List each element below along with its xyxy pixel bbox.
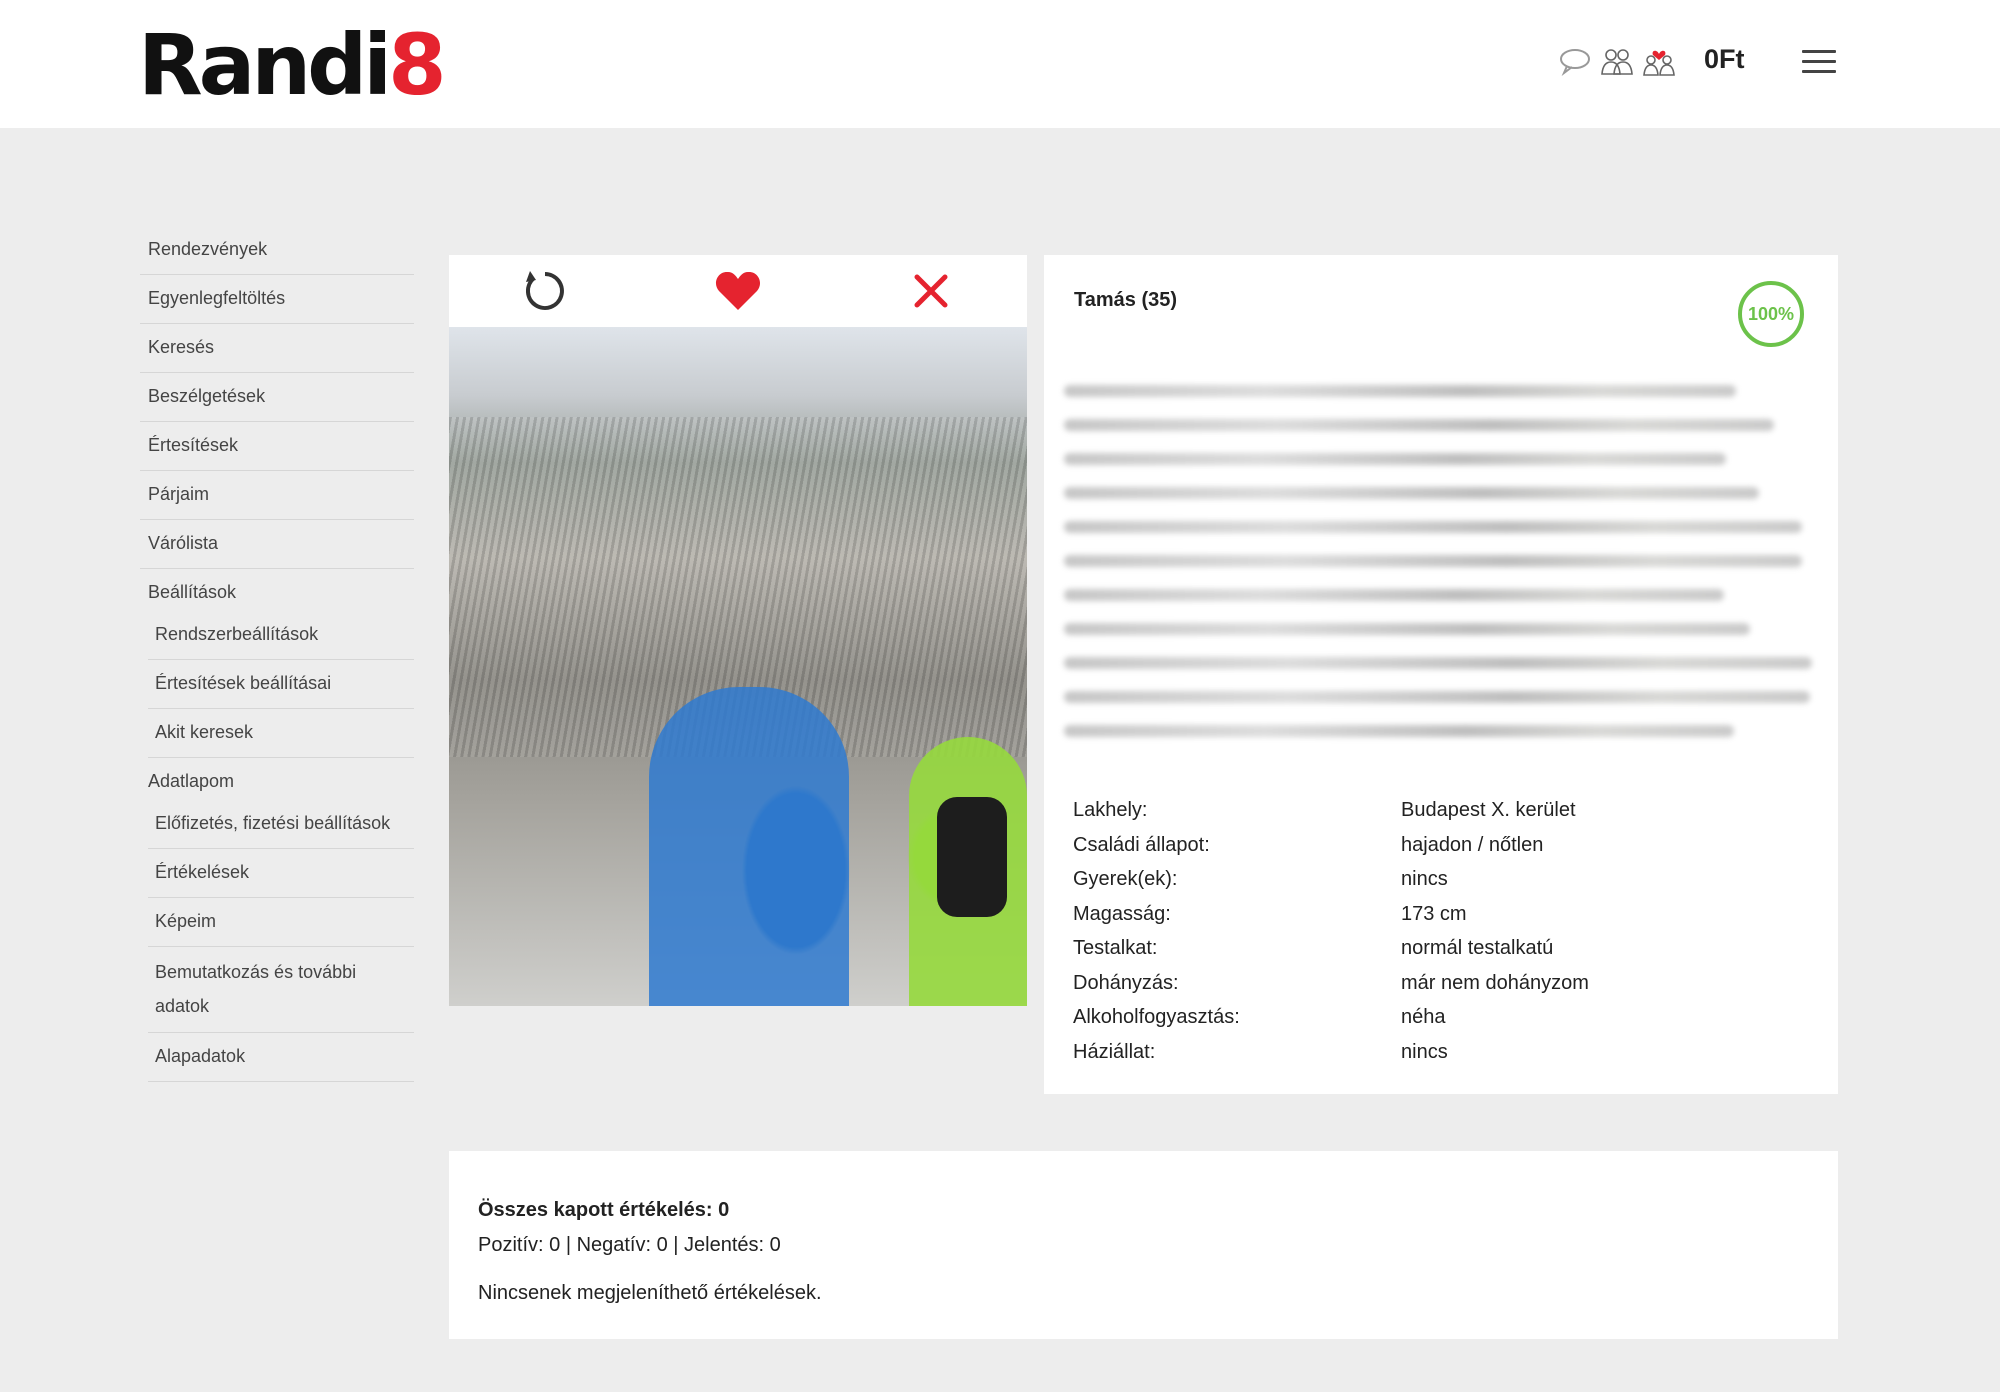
sidebar-item-egyenlegfeltoltes[interactable]: Egyenlegfeltöltés: [140, 275, 414, 324]
sidebar-item-kereses[interactable]: Keresés: [140, 324, 414, 373]
detail-key: Lakhely:: [1073, 799, 1148, 821]
couple-heart-icon[interactable]: [1642, 44, 1676, 78]
photo-card: [449, 255, 1027, 1007]
detail-value: már nem dohányzom: [1401, 971, 1589, 994]
ratings-total: Összes kapott értékelés: 0: [478, 1199, 730, 1221]
ratings-empty-message: Nincsenek megjeleníthető értékelések.: [478, 1282, 822, 1304]
profile-details: Lakhely: Budapest X. kerület Családi álla…: [1073, 793, 1589, 1069]
profile-photo[interactable]: [449, 327, 1027, 1006]
detail-key: Magasság:: [1073, 902, 1171, 925]
detail-key: Családi állapot:: [1073, 833, 1210, 856]
header-icons: [1558, 44, 1676, 78]
sidebar-item-rendszerbeallitasok[interactable]: Rendszerbeállítások: [148, 611, 414, 660]
detail-key: Alkoholfogyasztás:: [1073, 1006, 1240, 1028]
detail-key: Háziállat:: [1073, 1040, 1156, 1063]
balance-amount[interactable]: 0Ft: [1704, 44, 1745, 75]
sidebar-item-ertekelesek[interactable]: Értékelések: [148, 849, 414, 898]
sidebar-item-beallitasok[interactable]: Beállítások: [140, 569, 414, 611]
heart-icon[interactable]: [714, 267, 762, 315]
top-header: Randi8 0Ft: [0, 0, 2000, 128]
detail-value: nincs: [1401, 1040, 1448, 1063]
detail-row: Családi állapot: hajadon / nőtlen: [1073, 828, 1589, 863]
detail-key: Testalkat:: [1073, 937, 1158, 959]
close-icon[interactable]: [907, 267, 955, 315]
sidebar-item-varolista[interactable]: Várólista: [140, 520, 414, 569]
undo-icon[interactable]: [521, 267, 569, 315]
detail-value: néha: [1401, 1006, 1446, 1028]
detail-value: normál testalkatú: [1401, 937, 1554, 959]
completeness-badge: 100%: [1738, 281, 1804, 347]
detail-value: nincs: [1401, 868, 1448, 890]
profile-info-card: Tamás (35) 100% Lakhely: Budapest X. kerü…: [1044, 255, 1838, 1094]
ratings-card: Összes kapott értékelés: 0 Pozitív: 0 | …: [449, 1151, 1838, 1339]
detail-row: Háziállat: nincs: [1073, 1035, 1589, 1070]
sidebar-item-adatlapom[interactable]: Adatlapom: [140, 758, 414, 800]
detail-row: Gyerek(ek): nincs: [1073, 862, 1589, 897]
detail-value: hajadon / nőtlen: [1401, 833, 1544, 856]
ratings-stats: Pozitív: 0 | Negatív: 0 | Jelentés: 0: [478, 1234, 781, 1256]
blurred-introduction: [1064, 385, 1814, 759]
sidebar-item-kepeim[interactable]: Képeim: [148, 898, 414, 947]
sidebar-item-akit-keresek[interactable]: Akit keresek: [148, 709, 414, 758]
sidebar-item-ertesitesek[interactable]: Értesítések: [140, 422, 414, 471]
detail-key: Gyerek(ek):: [1073, 868, 1178, 890]
photo-action-bar: [449, 255, 1027, 327]
photo-runner: [649, 687, 849, 1006]
photo-backpack: [937, 797, 1007, 917]
detail-row: Magasság: 173 cm: [1073, 897, 1589, 932]
detail-value: Budapest X. kerület: [1401, 799, 1576, 821]
detail-key: Dohányzás:: [1073, 971, 1179, 994]
randi8-logo[interactable]: Randi8: [138, 22, 447, 108]
sidebar-menu: Rendezvények Egyenlegfeltöltés Keresés B…: [140, 226, 414, 1082]
sidebar-item-bemutatkozas[interactable]: Bemutatkozás és további adatok: [148, 947, 414, 1033]
detail-row: Dohányzás: már nem dohányzom: [1073, 966, 1589, 1001]
people-icon[interactable]: [1600, 44, 1634, 78]
sidebar-item-parjaim[interactable]: Párjaim: [140, 471, 414, 520]
sidebar-item-alapadatok[interactable]: Alapadatok: [148, 1033, 414, 1082]
sidebar-item-beszelgetesek[interactable]: Beszélgetések: [140, 373, 414, 422]
chat-icon[interactable]: [1558, 44, 1592, 78]
detail-row: Testalkat: normál testalkatú: [1073, 931, 1589, 966]
sidebar-item-elofizetes[interactable]: Előfizetés, fizetési beállítások: [148, 800, 414, 849]
detail-row: Alkoholfogyasztás: néha: [1073, 1000, 1589, 1035]
sidebar-item-ertesitesek-beallitasai[interactable]: Értesítések beállításai: [148, 660, 414, 709]
hamburger-icon[interactable]: [1802, 50, 1836, 74]
detail-value: 173 cm: [1401, 902, 1467, 925]
profile-name: Tamás (35): [1074, 289, 1178, 311]
detail-row: Lakhely: Budapest X. kerület: [1073, 793, 1589, 828]
sidebar-item-rendezvenyek[interactable]: Rendezvények: [140, 226, 414, 275]
